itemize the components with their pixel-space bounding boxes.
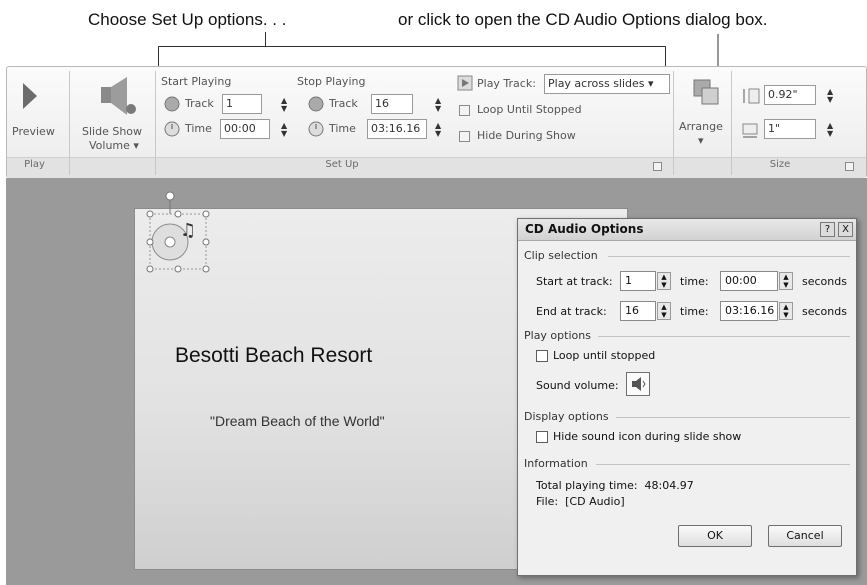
dialog-titlebar: CD Audio Options ? X [518, 219, 856, 241]
start-time-input[interactable]: 00:00 [220, 119, 270, 139]
slide-title[interactable]: Besotti Beach Resort [175, 344, 372, 368]
section-divider [608, 256, 850, 257]
end-time-label: time: [680, 305, 709, 318]
information-heading: Information [524, 457, 588, 470]
clock-icon [164, 121, 180, 137]
section-divider [616, 417, 850, 418]
stop-track-input[interactable]: 16 [371, 94, 413, 114]
end-track-field[interactable]: 16 [620, 301, 656, 321]
end-track-spin[interactable]: ▲ ▼ [657, 302, 671, 320]
start-time-spin[interactable]: ▲ ▼ [779, 272, 793, 290]
group-separator [731, 71, 732, 175]
group-label-band [7, 157, 866, 178]
cd-audio-icon[interactable]: ♫ [142, 186, 212, 274]
group-label-setup: Set Up [325, 159, 359, 170]
callout-setup-options: Choose Set Up options. . . [88, 10, 287, 29]
play-track-dropdown[interactable]: Play across slides ▾ [544, 74, 670, 94]
track-icon [308, 96, 324, 112]
start-track-field[interactable]: 1 [620, 271, 656, 291]
start-track-input[interactable]: 1 [222, 94, 262, 114]
group-label-play: Play [24, 159, 45, 170]
hide-sound-icon-label: Hide sound icon during slide show [553, 430, 742, 443]
shape-height-spinner[interactable]: ▲ ▼ [827, 88, 833, 104]
clip-selection-heading: Clip selection [524, 249, 598, 262]
arrange-icon [693, 79, 719, 105]
svg-text:♫: ♫ [180, 220, 196, 241]
end-at-track-label: End at track: [536, 305, 607, 318]
callout-line [158, 46, 666, 47]
play-track-label: Play Track: [477, 77, 536, 90]
stop-time-spinner[interactable]: ▲ ▼ [435, 122, 441, 138]
stop-time-label: Time [329, 122, 356, 135]
help-button[interactable]: ? [820, 222, 835, 237]
sound-volume-label: Sound volume: [536, 379, 619, 392]
group-separator [673, 71, 674, 175]
section-divider [596, 464, 850, 465]
width-icon [742, 123, 758, 138]
callout-line [265, 32, 266, 46]
group-label-size: Size [769, 159, 791, 170]
slideshow-volume-button[interactable]: Slide Show [82, 125, 142, 138]
setup-dialog-launcher[interactable] [653, 162, 662, 171]
start-time-label: Time [185, 122, 212, 135]
stop-time-input[interactable]: 03:16.16 [367, 119, 427, 139]
shape-height-input[interactable]: 0.92" [764, 85, 816, 105]
clock-icon [308, 121, 324, 137]
slide-subtitle[interactable]: "Dream Beach of the World" [210, 413, 385, 429]
total-playing-time: Total playing time: 48:04.97 [536, 479, 694, 492]
loop-until-stopped-label: Loop until stopped [553, 349, 656, 362]
dialog-title: CD Audio Options [525, 222, 644, 236]
end-time-field[interactable]: 03:16.16 [720, 301, 778, 321]
end-time-spin[interactable]: ▲ ▼ [779, 302, 793, 320]
speaker-volume-icon [101, 77, 136, 115]
stop-track-label: Track [329, 97, 358, 110]
speaker-icon [632, 377, 646, 391]
hide-during-show-label: Hide During Show [477, 129, 576, 142]
start-track-spin[interactable]: ▲ ▼ [657, 272, 671, 290]
shape-width-spinner[interactable]: ▲ ▼ [827, 122, 833, 138]
start-time-field[interactable]: 00:00 [720, 271, 778, 291]
play-preview-icon [23, 83, 37, 109]
cd-audio-options-dialog: CD Audio Options ? X Clip selection Star… [517, 218, 857, 576]
ok-button[interactable]: OK [678, 525, 752, 547]
start-time-label: time: [680, 275, 709, 288]
play-options-heading: Play options [524, 329, 591, 342]
display-options-heading: Display options [524, 410, 609, 423]
size-dialog-launcher[interactable] [845, 162, 854, 171]
section-divider [598, 336, 850, 337]
hide-during-show-checkbox[interactable] [459, 131, 470, 142]
group-separator [69, 71, 70, 175]
shape-width-input[interactable]: 1" [764, 119, 816, 139]
start-at-track-label: Start at track: [536, 275, 613, 288]
stop-track-spinner[interactable]: ▲ ▼ [435, 97, 441, 113]
stop-playing-heading: Stop Playing [297, 75, 366, 88]
height-icon [743, 88, 760, 104]
start-track-spinner[interactable]: ▲ ▼ [281, 97, 287, 113]
arrange-dropdown-arrow: ▾ [698, 134, 704, 147]
loop-until-stopped-checkbox[interactable] [459, 105, 470, 116]
play-track-icon [457, 75, 473, 91]
loop-until-stopped-label: Loop Until Stopped [477, 103, 582, 116]
start-track-label: Track [185, 97, 214, 110]
start-seconds-label: seconds [802, 275, 847, 288]
slideshow-volume-label-2: Volume ▾ [89, 139, 139, 152]
track-icon [164, 96, 180, 112]
start-playing-heading: Start Playing [161, 75, 232, 88]
file-info: File: [CD Audio] [536, 495, 625, 508]
group-separator [155, 71, 156, 175]
loop-until-stopped-checkbox[interactable] [536, 350, 548, 362]
arrange-button[interactable]: Arrange [679, 120, 723, 133]
close-button[interactable]: X [838, 222, 853, 237]
cancel-button[interactable]: Cancel [768, 525, 842, 547]
start-time-spinner[interactable]: ▲ ▼ [281, 122, 287, 138]
end-seconds-label: seconds [802, 305, 847, 318]
callout-dialog-launcher: or click to open the CD Audio Options di… [398, 10, 768, 29]
sound-volume-button[interactable] [626, 372, 650, 396]
ribbon: Preview Play Slide Show Volume ▾ Start P… [6, 66, 867, 178]
hide-sound-icon-checkbox[interactable] [536, 431, 548, 443]
preview-button[interactable]: Preview [12, 125, 55, 138]
